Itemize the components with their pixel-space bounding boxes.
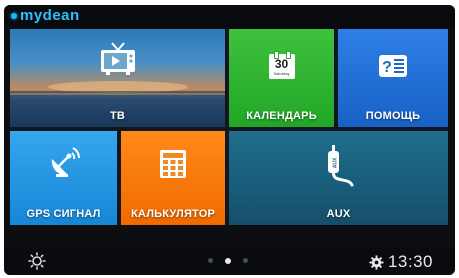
tile-calculator[interactable]: КАЛЬКУЛЯТОР [121, 131, 225, 225]
screen: mydean ТВ 30 Saturday КАЛЕНДАРЬ ? ПОМОЩЬ… [4, 5, 455, 275]
logo-text: mydean [20, 7, 80, 24]
calendar-weekday: Saturday [273, 71, 290, 76]
svg-text:?: ? [382, 59, 392, 76]
aux-plug-icon: AUX [327, 145, 353, 187]
tile-gps-label: GPS СИГНАЛ [26, 208, 101, 220]
brand-logo: mydean [11, 8, 80, 23]
tv-icon [100, 42, 135, 75]
page-indicator [208, 257, 248, 264]
tile-aux-label: AUX [326, 208, 351, 220]
tile-help-label: ПОМОЩЬ [365, 110, 421, 122]
clock-area: 13:30 [369, 252, 433, 272]
gear-icon[interactable] [369, 254, 384, 270]
tile-calendar[interactable]: 30 Saturday КАЛЕНДАРЬ [229, 29, 334, 127]
calendar-icon: 30 Saturday [268, 51, 295, 79]
tile-calculator-label: КАЛЬКУЛЯТОР [131, 208, 215, 220]
clock-time: 13:30 [387, 252, 433, 271]
sun-icon[interactable] [28, 252, 46, 270]
help-book-icon: ? [379, 55, 407, 77]
calendar-day: 30 [274, 57, 289, 71]
page-dot[interactable] [243, 258, 248, 263]
tile-tv[interactable]: ТВ [10, 29, 225, 127]
app-grid: ТВ 30 Saturday КАЛЕНДАРЬ ? ПОМОЩЬ GPS СИ… [10, 29, 448, 225]
page-dot[interactable] [208, 258, 213, 263]
tile-calendar-label: КАЛЕНДАРЬ [246, 110, 317, 122]
top-bar: mydean [4, 5, 455, 30]
tile-help[interactable]: ? ПОМОЩЬ [338, 29, 448, 127]
bottom-bar: 13:30 [4, 248, 455, 275]
logo-dot [11, 12, 17, 19]
calculator-icon [160, 150, 186, 178]
tile-tv-label: ТВ [109, 110, 126, 122]
tile-gps[interactable]: GPS СИГНАЛ [10, 131, 117, 225]
aux-plug-text: AUX [332, 157, 338, 168]
satellite-dish-icon [51, 147, 80, 177]
page-dot-active[interactable] [225, 257, 231, 264]
tile-aux[interactable]: AUX AUX [229, 131, 448, 225]
